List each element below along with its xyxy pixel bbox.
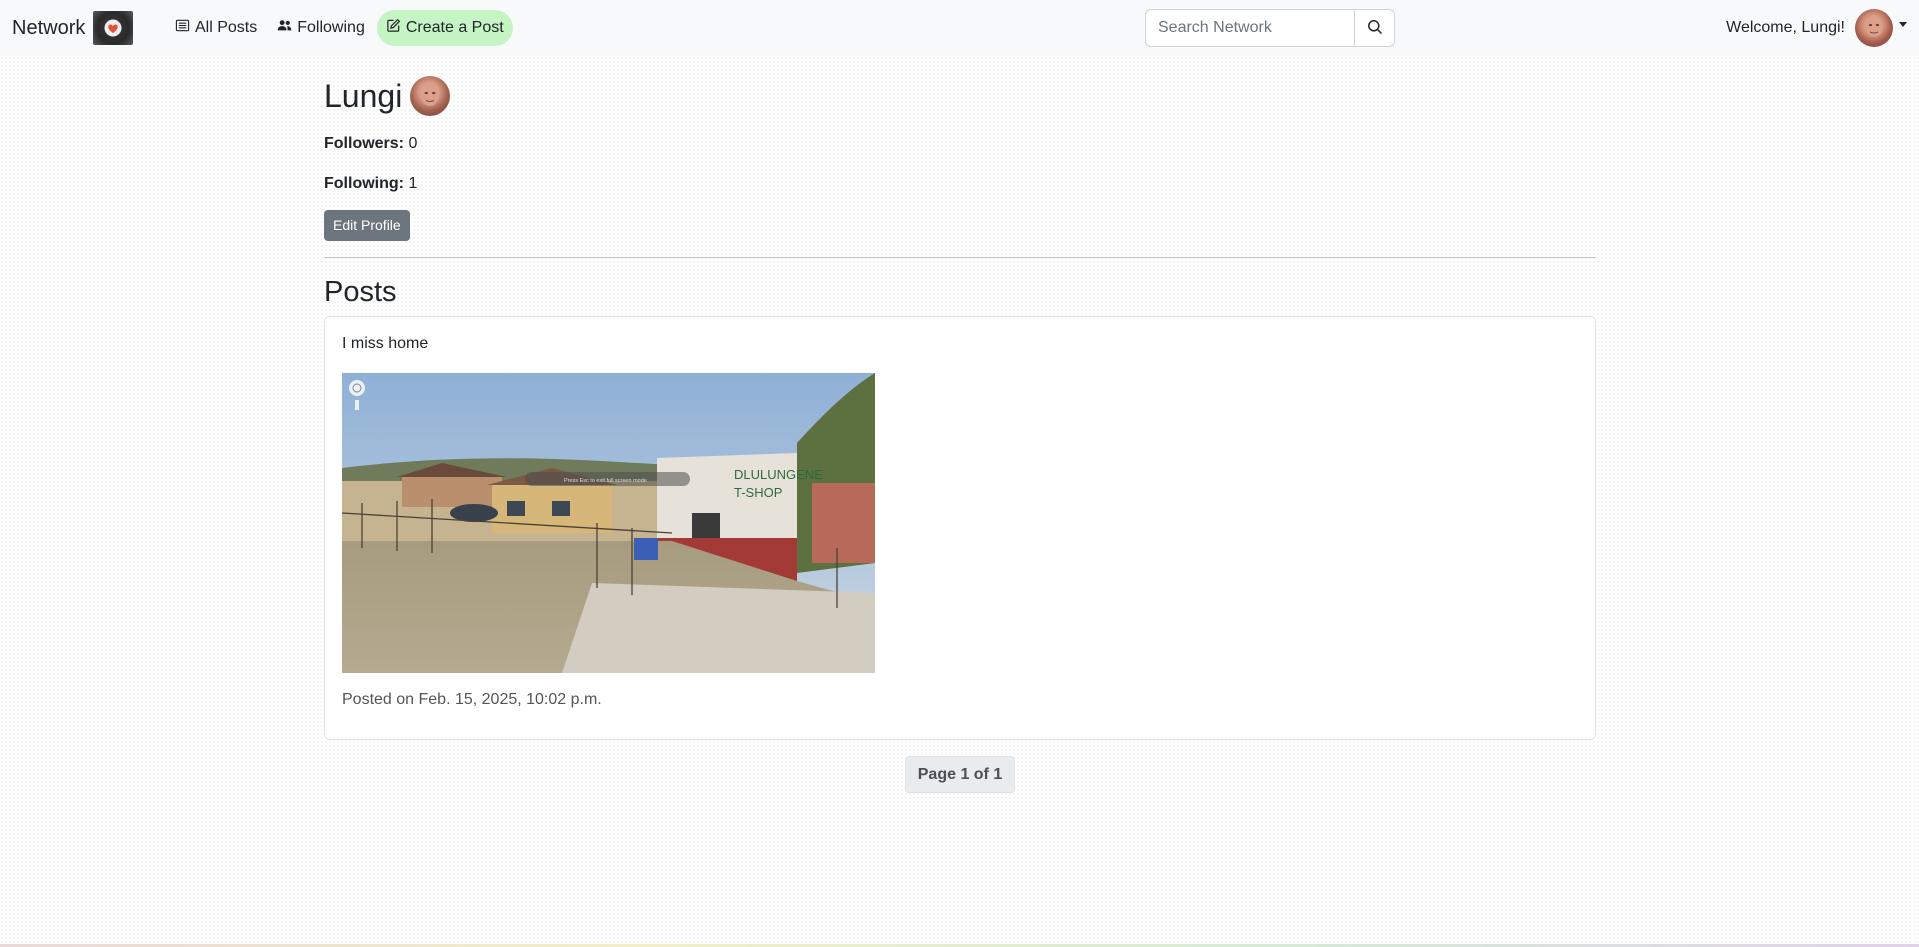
image-sign-line-1: DLULUNGENE xyxy=(734,467,823,482)
post-image[interactable]: DLULUNGENE T-SHOP Press Esc to exit full… xyxy=(342,373,875,673)
navbar: Network All Posts Following Create a Pos… xyxy=(0,0,1919,56)
nav-links: All Posts Following Create a Post xyxy=(167,10,513,46)
image-overlay-text: Press Esc to exit full screen mode xyxy=(564,478,647,484)
avatar[interactable] xyxy=(1855,9,1893,47)
nav-following[interactable]: Following xyxy=(269,10,373,46)
post-text: I miss home xyxy=(342,335,429,352)
divider xyxy=(324,257,1596,258)
following-label: Following: xyxy=(324,175,404,192)
followers-count: 0 xyxy=(408,135,418,152)
following-stat: Following: 1 xyxy=(324,172,1596,196)
page-title: Lungi xyxy=(324,77,403,114)
list-icon xyxy=(175,18,190,38)
edit-profile-button[interactable]: Edit Profile xyxy=(324,210,410,241)
chevron-down-icon[interactable] xyxy=(1899,21,1907,27)
profile-page: Lungi Followers: 0 Following: 1 Edit Pro… xyxy=(324,56,1596,740)
brand-name: Network xyxy=(12,16,86,39)
search-form xyxy=(1145,9,1395,47)
search-input[interactable] xyxy=(1145,9,1354,47)
welcome-text: Welcome, Lungi! xyxy=(1726,19,1845,36)
nav-create-post-label: Create a Post xyxy=(405,19,504,36)
brand-link[interactable]: Network xyxy=(12,0,134,56)
followers-label: Followers: xyxy=(324,135,405,152)
avatar xyxy=(410,76,451,116)
followers-stat: Followers: 0 xyxy=(324,132,1596,156)
nav-all-posts[interactable]: All Posts xyxy=(167,10,265,46)
pencil-square-icon xyxy=(386,18,401,38)
posts-heading: Posts xyxy=(324,276,397,308)
search-icon xyxy=(1367,19,1383,38)
nav-following-label: Following xyxy=(297,19,365,36)
profile-header: Lungi xyxy=(324,74,1596,118)
heart-logo-icon xyxy=(93,11,134,45)
user-menu[interactable]: Welcome, Lungi! xyxy=(1726,8,1907,48)
people-icon xyxy=(277,18,292,38)
pagination-label: Page 1 of 1 xyxy=(905,756,1015,793)
search-button[interactable] xyxy=(1354,9,1395,47)
nav-create-post[interactable]: Create a Post xyxy=(376,10,513,46)
image-sign-line-2: T-SHOP xyxy=(734,485,782,500)
post-timestamp: Posted on Feb. 15, 2025, 10:02 p.m. xyxy=(342,691,602,708)
nav-all-posts-label: All Posts xyxy=(195,19,258,36)
following-count: 1 xyxy=(408,175,418,192)
post-card: I miss home DLULUNGENE T-SHOP Press Esc … xyxy=(324,316,1596,740)
